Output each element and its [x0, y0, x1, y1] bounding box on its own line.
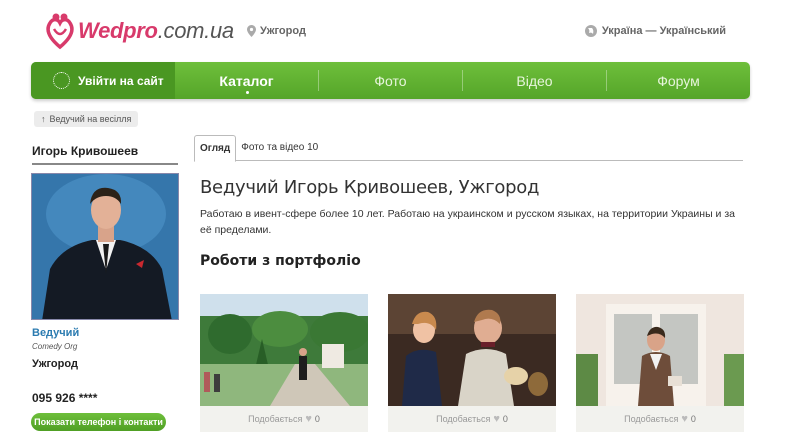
language-selector[interactable]: Україна — Український — [584, 25, 726, 37]
profile-photo[interactable] — [31, 173, 179, 320]
nav-item-catalog[interactable]: Каталог — [175, 62, 318, 99]
likes-count: 0 — [314, 414, 320, 424]
globe-icon — [584, 25, 597, 37]
portfolio-image — [200, 294, 368, 406]
heart-icon[interactable]: ♥ — [681, 413, 688, 425]
breadcrumb-label: Ведучий на весілля — [49, 114, 132, 124]
profile-org: Comedy Org — [32, 342, 78, 351]
logo-brand: Wedpro — [78, 18, 158, 43]
logo-tld: .com.ua — [157, 18, 234, 43]
likes-label: Подобається — [436, 414, 491, 424]
location-pin-icon — [247, 25, 256, 37]
language-label: Україна — Український — [601, 25, 726, 37]
profile-phone: 095 926 **** — [32, 391, 98, 405]
show-contacts-button[interactable]: Показати телефон і контакти — [31, 413, 166, 431]
arrow-up-icon: ↑ — [41, 114, 46, 124]
portfolio-card[interactable]: Подобається ♥ 0 — [576, 294, 744, 432]
breadcrumb[interactable]: ↑ Ведучий на весілля — [34, 111, 139, 127]
logo[interactable]: Wedpro.com.ua — [44, 8, 234, 54]
city-label: Ужгород — [260, 25, 306, 37]
login-icon — [53, 72, 70, 89]
likes-row: Подобається ♥ 0 — [576, 406, 744, 432]
portfolio-card[interactable]: Подобається ♥ 0 — [200, 294, 368, 432]
portfolio-title: Роботи з портфоліо — [200, 253, 361, 269]
profile-name: Игорь Кривошеев — [32, 144, 178, 165]
portfolio-image — [388, 294, 556, 406]
heart-icon[interactable]: ♥ — [493, 413, 500, 425]
login-label: Увійти на сайт — [78, 73, 164, 88]
likes-row: Подобається ♥ 0 — [200, 406, 368, 432]
page-title: Ведучий Игорь Кривошеев, Ужгород — [200, 177, 540, 198]
tab-photo-video[interactable]: Фото та відео 10 — [236, 135, 323, 160]
likes-label: Подобається — [624, 414, 679, 424]
logo-text: Wedpro.com.ua — [78, 18, 234, 44]
login-button[interactable]: Увійти на сайт — [31, 62, 175, 99]
heart-icon[interactable]: ♥ — [305, 413, 312, 425]
nav-item-forum[interactable]: Форум — [607, 62, 750, 99]
city-selector[interactable]: Ужгород — [247, 25, 306, 37]
likes-count: 0 — [690, 414, 696, 424]
profile-city: Ужгород — [32, 358, 78, 370]
nav-item-video[interactable]: Відео — [463, 62, 606, 99]
page: Wedpro.com.ua Ужгород Україна — Українсь… — [0, 0, 800, 445]
tab-overview[interactable]: Огляд — [194, 135, 237, 162]
profile-description: Работаю в ивент-сфере более 10 лет. Рабо… — [200, 208, 735, 236]
logo-heart-icon — [46, 13, 74, 50]
portfolio-image — [576, 294, 744, 406]
site-header: Wedpro.com.ua Ужгород Україна — Українсь… — [0, 0, 800, 62]
main-nav: Увійти на сайт Каталог Фото Відео Форум — [31, 62, 750, 99]
nav-item-photo[interactable]: Фото — [319, 62, 462, 99]
profile-tabs: Огляд Фото та відео 10 — [194, 135, 743, 162]
profile-role-link[interactable]: Ведучий — [32, 327, 79, 339]
likes-label: Подобається — [248, 414, 303, 424]
profile-photo-image — [32, 174, 178, 319]
portfolio-card[interactable]: Подобається ♥ 0 — [388, 294, 556, 432]
likes-count: 0 — [502, 414, 508, 424]
likes-row: Подобається ♥ 0 — [388, 406, 556, 432]
